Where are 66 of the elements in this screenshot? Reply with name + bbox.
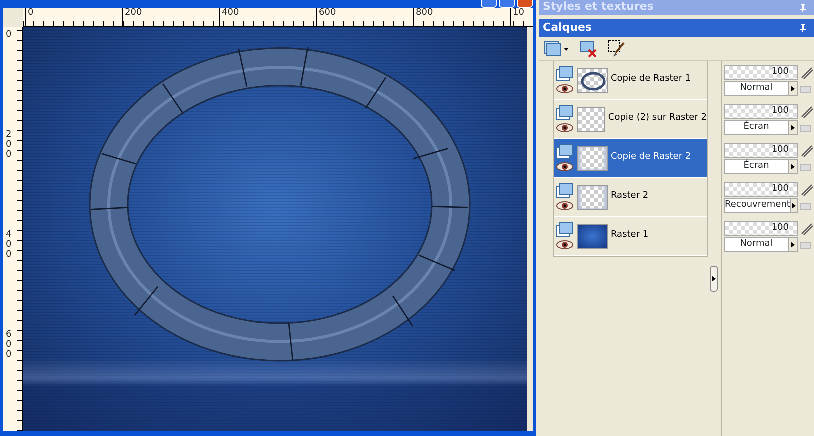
arrow-icon [792, 202, 796, 208]
arrow-icon [791, 124, 795, 130]
eye-icon[interactable] [556, 201, 574, 211]
layer-name: Raster 2 [611, 190, 649, 204]
opacity-field[interactable]: 100 [724, 104, 798, 119]
opacity-field[interactable]: 100 [724, 182, 798, 197]
blend-mode-dropdown[interactable]: Normal [724, 81, 798, 96]
eye-icon[interactable] [556, 162, 574, 172]
eye-icon[interactable] [556, 84, 574, 94]
layer-thumbnail [577, 68, 608, 92]
layer-thumbnail [577, 106, 606, 132]
layer-row[interactable]: Raster 1 [554, 217, 707, 256]
arrow-icon [791, 242, 795, 248]
delete-layer-icon[interactable] [580, 40, 598, 58]
blend-mode-dropdown[interactable]: Écran [724, 159, 798, 174]
arrow-icon [791, 86, 795, 92]
ruler-label: 10 [510, 8, 524, 26]
layer-icon[interactable] [556, 144, 574, 160]
ruler-label: 0 [6, 31, 12, 42]
layer-icon[interactable] [556, 66, 574, 82]
ruler-label: 600 [316, 8, 413, 26]
layer-name: Copie (2) sur Raster 2 [608, 112, 707, 126]
layer-row[interactable]: Copie de Raster 1 [554, 61, 707, 100]
ruler-label: 800 [413, 8, 510, 26]
selection-brush-icon[interactable] [608, 40, 626, 58]
ruler-label: 600 [6, 331, 12, 362]
ruler-label: 200 [6, 131, 12, 162]
layer-icon[interactable] [556, 222, 574, 238]
panel-header[interactable]: Calques [539, 19, 814, 37]
maximize-button[interactable] [499, 0, 515, 8]
panel-title: Calques [543, 20, 592, 36]
brush-icon[interactable] [800, 222, 814, 236]
layer-icon[interactable] [556, 105, 574, 121]
ruler-label: 0 [25, 8, 122, 26]
collapse-handle[interactable] [710, 266, 718, 292]
brush-icon[interactable] [800, 144, 814, 158]
minimize-button[interactable] [481, 0, 497, 8]
new-layer-icon[interactable] [544, 40, 570, 58]
eye-icon[interactable] [556, 123, 574, 133]
blend-mode-dropdown[interactable]: Écran [724, 120, 798, 135]
layer-thumbnail [577, 184, 608, 210]
close-button[interactable] [517, 0, 533, 8]
opacity-field[interactable]: 100 [724, 221, 798, 236]
brush-icon[interactable] [800, 104, 814, 118]
opacity-field[interactable]: 100 [724, 65, 798, 80]
layer-thumbnail [577, 146, 608, 170]
arrow-icon [712, 276, 716, 282]
blend-mode-dropdown[interactable]: Normal [724, 237, 798, 252]
brush-icon[interactable] [800, 66, 814, 80]
ruler-label: 400 [6, 231, 12, 262]
layer-row[interactable]: Copie de Raster 2 [554, 139, 707, 178]
layer-row[interactable]: Raster 2 [554, 178, 707, 217]
brush-icon[interactable] [800, 182, 814, 196]
ruler-label: 200 [122, 8, 219, 26]
layer-name: Copie de Raster 2 [611, 151, 692, 164]
eye-icon[interactable] [556, 240, 574, 250]
layer-thumbnail [577, 224, 608, 248]
pin-icon[interactable] [800, 24, 806, 32]
opacity-field[interactable]: 100 [724, 143, 798, 158]
layer-name: Raster 1 [611, 229, 649, 242]
ruler-label: 400 [219, 8, 316, 26]
layer-icon[interactable] [556, 183, 574, 199]
layer-name: Copie de Raster 1 [611, 73, 692, 86]
blend-mode-dropdown[interactable]: Recouvrement [724, 198, 798, 213]
panel-title: Styles et textures [543, 0, 654, 16]
arrow-icon [791, 164, 795, 170]
